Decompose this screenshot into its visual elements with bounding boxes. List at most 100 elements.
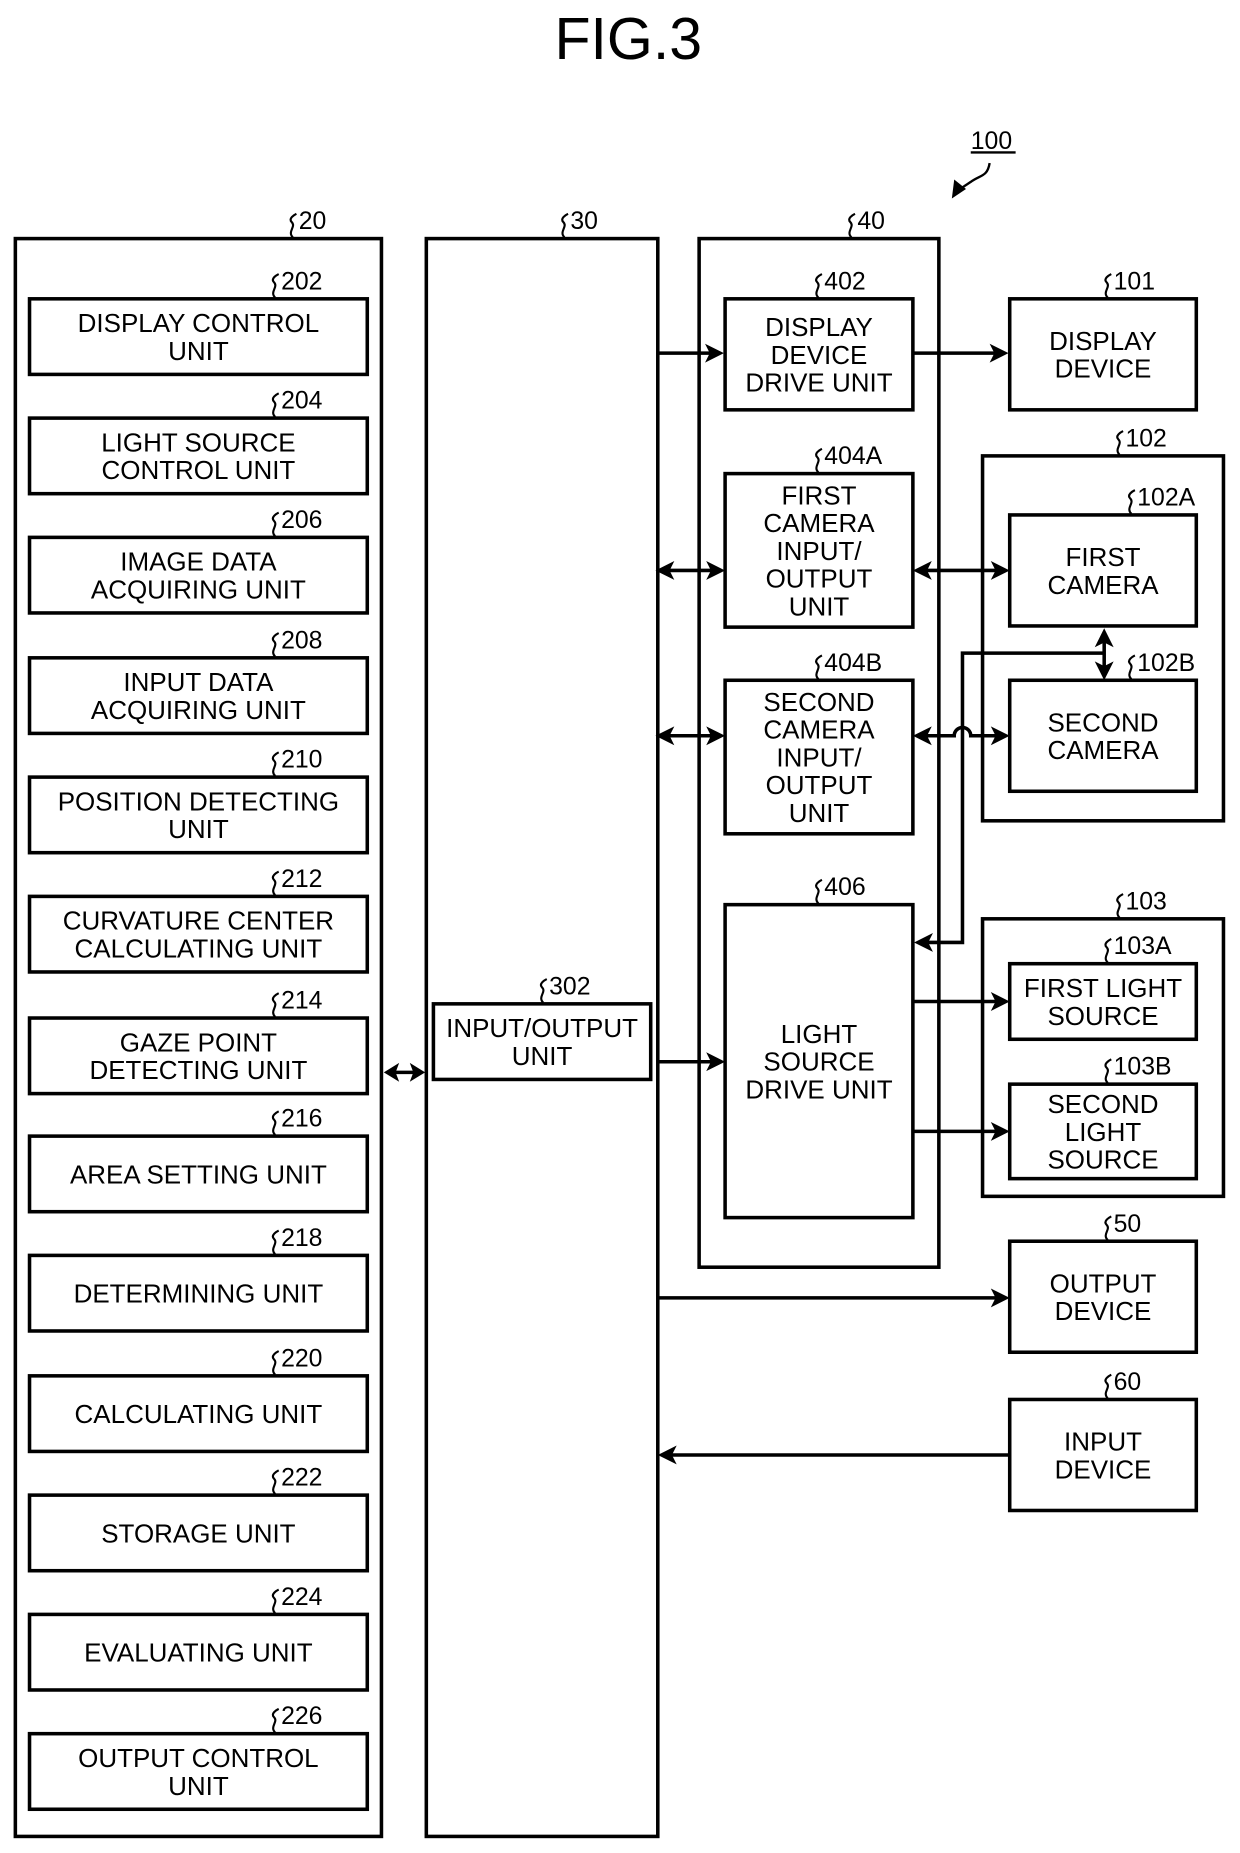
- unit-label: SECOND: [1047, 707, 1158, 737]
- reference-numeral: 404B: [815, 650, 882, 680]
- unit-label: INPUT/: [776, 742, 862, 772]
- unit-label: SOURCE: [1047, 1001, 1158, 1031]
- unit-label: CAMERA: [1047, 735, 1159, 765]
- leader-squiggle: [1116, 430, 1124, 456]
- unit-label: UNIT: [168, 814, 229, 844]
- unit-label: DRIVE UNIT: [745, 368, 892, 398]
- reference-label: 206: [281, 507, 322, 534]
- unit-label: CONTROL UNIT: [101, 455, 295, 485]
- unit-label: DISPLAY CONTROL: [78, 308, 319, 338]
- reference-numeral: 226: [271, 1703, 322, 1734]
- unit-label: AREA SETTING UNIT: [70, 1159, 327, 1189]
- reference-numeral: 206: [271, 507, 322, 537]
- unit-label: DEVICE: [771, 340, 868, 370]
- reference-label: 60: [1114, 1369, 1142, 1396]
- reference-numeral: 103A: [1104, 933, 1172, 964]
- reference-numeral: 101: [1104, 268, 1155, 299]
- reference-label: 202: [281, 268, 322, 295]
- reference-label: 212: [281, 866, 322, 893]
- unit-label: CAMERA: [763, 715, 875, 745]
- unit-label: DEVICE: [1055, 354, 1152, 384]
- unit-label: ACQUIRING UNIT: [91, 574, 306, 604]
- reference-numeral: 218: [271, 1225, 322, 1255]
- reference-label: 210: [281, 747, 322, 774]
- reference-numeral: 30: [561, 208, 598, 239]
- reference-label: 222: [281, 1465, 322, 1492]
- reference-numeral: 204: [271, 388, 323, 418]
- unit-label: CAMERA: [763, 508, 875, 538]
- reference-numeral: 216: [271, 1106, 322, 1136]
- unit-label: DEVICE: [1055, 1454, 1152, 1484]
- unit-label: ACQUIRING UNIT: [91, 695, 306, 725]
- reference-numeral: 102: [1116, 425, 1167, 456]
- reference-label: 102A: [1137, 484, 1195, 511]
- unit-50: OUTPUTDEVICE 50: [1007, 1211, 1199, 1355]
- unit-label: CALCULATING UNIT: [75, 933, 323, 963]
- unit-label: EVALUATING UNIT: [84, 1638, 313, 1668]
- system-ref: 100: [951, 128, 1016, 199]
- reference-label: 50: [1114, 1211, 1142, 1238]
- reference-numeral: 102A: [1128, 484, 1196, 515]
- unit-label: LIGHT: [781, 1019, 858, 1049]
- unit-label: FIRST: [1066, 542, 1141, 572]
- unit-label: DISPLAY: [1049, 326, 1157, 356]
- reference-label: 406: [824, 874, 865, 901]
- reference-numeral: 404A: [815, 443, 883, 474]
- reference-numeral: 208: [271, 627, 322, 658]
- unit-label: LIGHT: [1065, 1117, 1142, 1147]
- unit-label: LIGHT SOURCE: [101, 427, 295, 457]
- reference-numeral: 40: [848, 208, 885, 239]
- leader-squiggle: [1104, 1215, 1112, 1241]
- reference-numeral: 220: [271, 1345, 322, 1376]
- reference-label: 216: [281, 1106, 322, 1133]
- unit-101: DISPLAYDEVICE 101: [1007, 268, 1199, 412]
- reference-numeral: 406: [815, 874, 866, 905]
- unit-label: INPUT: [1064, 1427, 1142, 1457]
- reference-label: 30: [570, 208, 598, 235]
- reference-numeral: 224: [271, 1584, 323, 1614]
- unit-label: OUTPUT CONTROL: [78, 1743, 318, 1773]
- unit-label: OUTPUT: [766, 564, 873, 594]
- reference-label: 102B: [1137, 650, 1195, 677]
- unit-label: INPUT DATA: [123, 667, 274, 697]
- unit-label: DEVICE: [1055, 1296, 1152, 1326]
- reference-label: 103A: [1114, 933, 1172, 960]
- unit-label: UNIT: [512, 1041, 573, 1071]
- unit-label: UNIT: [789, 591, 850, 621]
- unit-406: LIGHTSOURCEDRIVE UNIT 406: [723, 874, 915, 1220]
- unit-label: INPUT/: [776, 536, 862, 566]
- reference-label: 103B: [1114, 1054, 1172, 1081]
- reference-numeral: 402: [815, 268, 866, 299]
- system-ref-label: 100: [971, 128, 1012, 155]
- unit-label: SECOND: [1047, 1089, 1158, 1119]
- reference-label: 402: [824, 268, 865, 295]
- unit-label: UNIT: [789, 798, 850, 828]
- unit-label: GAZE POINT: [120, 1027, 277, 1057]
- unit-label: FIRST LIGHT: [1024, 973, 1182, 1003]
- unit-label: UNIT: [168, 1771, 229, 1801]
- leader-squiggle: [848, 212, 856, 239]
- reference-label: 220: [281, 1345, 322, 1372]
- unit-label: DRIVE UNIT: [745, 1074, 892, 1104]
- reference-label: 40: [857, 208, 885, 235]
- leader-squiggle: [1104, 273, 1112, 299]
- reference-label: 404A: [824, 443, 882, 470]
- unit-label: IMAGE DATA: [120, 547, 277, 577]
- unit-label: SECOND: [763, 687, 874, 717]
- reference-label: 20: [299, 208, 327, 235]
- block-diagram: FIG.3 100 20 30 40 102 103 DISPLAY CONTR…: [13, 6, 1226, 1839]
- unit-label: UNIT: [168, 336, 229, 366]
- unit-label: FIRST: [781, 480, 856, 510]
- reference-numeral: 210: [271, 747, 322, 777]
- unit-label: OUTPUT: [1050, 1268, 1157, 1298]
- reference-numeral: 60: [1104, 1369, 1142, 1400]
- reference-numeral: 103: [1116, 888, 1167, 919]
- reference-label: 103: [1125, 888, 1166, 915]
- unit-label: CAMERA: [1047, 570, 1159, 600]
- figure-title: FIG.3: [554, 6, 702, 72]
- unit-label: DISPLAY: [765, 312, 873, 342]
- unit-label: DETERMINING UNIT: [74, 1279, 324, 1309]
- leader-squiggle: [561, 212, 569, 239]
- reference-numeral: 214: [271, 988, 323, 1018]
- leader-squiggle: [1116, 893, 1124, 919]
